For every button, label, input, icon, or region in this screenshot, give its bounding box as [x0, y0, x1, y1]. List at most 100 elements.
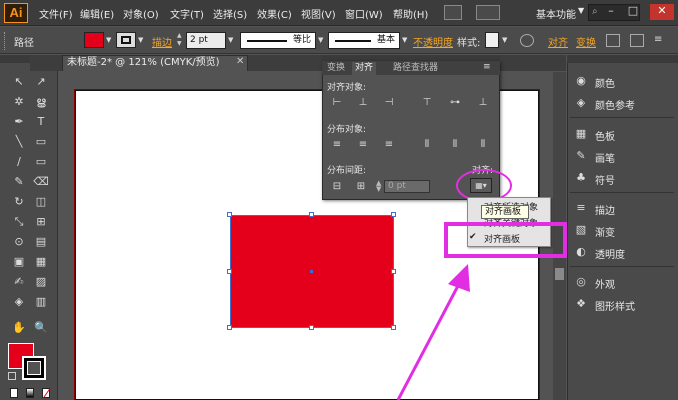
arrange-documents-icon[interactable]: [476, 5, 500, 20]
align-hcenter-icon[interactable]: ⊥: [356, 96, 370, 110]
menu-file[interactable]: 文件(F): [39, 6, 73, 21]
magic-wand-tool-icon[interactable]: ✲: [11, 94, 27, 110]
pencil-tool-icon[interactable]: ✎: [11, 174, 27, 190]
document-tab[interactable]: 未标题-2* @ 121% (CMYK/预览): [62, 55, 248, 71]
mesh-tool-icon[interactable]: ▣: [11, 254, 27, 270]
selection-handle[interactable]: [309, 325, 314, 330]
spacing-stepper[interactable]: ▲ ▼: [376, 180, 384, 193]
dock-item-graphic-styles[interactable]: ❖ 图形样式: [574, 296, 678, 314]
chevron-down-icon[interactable]: ▼: [578, 6, 584, 15]
dock-item-appearance[interactable]: ◎ 外观: [574, 274, 678, 292]
distribute-bottom-icon[interactable]: ≡: [382, 138, 396, 152]
dock-item-color-guide[interactable]: ◈ 颜色参考: [574, 95, 678, 113]
column-graph-tool-icon[interactable]: ▥: [33, 294, 49, 310]
distribute-hcenter-icon[interactable]: ⫴: [448, 138, 462, 152]
distribute-right-icon[interactable]: ⫴: [476, 138, 490, 152]
width-tool-icon[interactable]: ⤡: [11, 214, 27, 230]
tab-pathfinder[interactable]: 路径查找器: [390, 62, 441, 75]
spacing-input[interactable]: 0 pt: [384, 180, 430, 193]
dock-item-symbols[interactable]: ♣ 符号: [574, 170, 678, 188]
chevron-down-icon[interactable]: ▼: [106, 36, 111, 44]
chevron-down-icon[interactable]: ▼: [502, 36, 507, 44]
bridge-icon[interactable]: [444, 5, 462, 20]
rotate-tool-icon[interactable]: ↻: [11, 194, 27, 210]
chevron-down-icon[interactable]: ▼: [318, 36, 323, 44]
menu-type[interactable]: 文字(T): [170, 6, 204, 21]
selection-handle[interactable]: [391, 212, 396, 217]
default-colors-icon[interactable]: [8, 372, 16, 380]
menu-edit[interactable]: 编辑(E): [80, 6, 114, 21]
fill-color-swatch[interactable]: [84, 32, 104, 48]
close-icon[interactable]: ✕: [236, 56, 244, 67]
gradient-tool-icon[interactable]: ▦: [33, 254, 49, 270]
eyedropper-tool-icon[interactable]: ✍: [11, 274, 27, 290]
panel-menu-icon[interactable]: ≡: [483, 62, 491, 72]
pen-tool-icon[interactable]: ✒: [11, 114, 27, 130]
dock-item-color[interactable]: ◉ 颜色: [574, 73, 678, 91]
menu-help[interactable]: 帮助(H): [393, 6, 428, 21]
rectangle-tool-icon[interactable]: ▭: [33, 134, 49, 150]
recolor-artwork-icon[interactable]: [520, 34, 534, 47]
type-tool-icon[interactable]: T: [33, 114, 49, 130]
vertical-distribute-space-icon[interactable]: ⊟: [330, 180, 344, 194]
variable-width-profile[interactable]: 等比: [240, 32, 316, 49]
selection-handle[interactable]: [227, 325, 232, 330]
shape-builder-tool-icon[interactable]: ⊙: [11, 234, 27, 250]
dock-item-transparency[interactable]: ◐ 透明度: [574, 244, 678, 262]
line-tool-icon[interactable]: ╲: [11, 134, 27, 150]
dock-item-brushes[interactable]: ✎ 画笔: [574, 148, 678, 166]
tab-align[interactable]: 对齐: [352, 62, 377, 75]
chevron-down-icon[interactable]: ▼: [402, 36, 407, 44]
perspective-grid-tool-icon[interactable]: ▤: [33, 234, 49, 250]
eraser-tool-icon[interactable]: ⌫: [33, 174, 49, 190]
selection-handle[interactable]: [391, 325, 396, 330]
paintbrush-tool-icon[interactable]: ∕: [11, 154, 27, 170]
dock-item-stroke[interactable]: ≡ 描边: [574, 200, 678, 218]
align-left-icon[interactable]: ⊢: [330, 96, 344, 110]
brush-definition[interactable]: 基本: [328, 32, 400, 49]
stroke-panel-link[interactable]: 描边: [152, 34, 172, 49]
graphic-style-swatch[interactable]: [485, 32, 499, 48]
blend-tool-icon[interactable]: ▨: [33, 274, 49, 290]
dock-item-swatches[interactable]: ▦ 色板: [574, 126, 678, 144]
chevron-down-icon[interactable]: ▼: [138, 36, 143, 44]
transform-panel-link[interactable]: 变换: [576, 34, 596, 49]
align-panel-link[interactable]: 对齐: [548, 34, 568, 49]
stroke-color-swatch[interactable]: [116, 32, 136, 48]
symbol-sprayer-tool-icon[interactable]: ◈: [11, 294, 27, 310]
hand-tool-icon[interactable]: ✋: [11, 320, 27, 336]
menu-object[interactable]: 对象(O): [123, 6, 159, 21]
menu-window[interactable]: 窗口(W): [345, 6, 383, 21]
selection-handle[interactable]: [227, 269, 232, 274]
minimize-button[interactable]: –: [602, 4, 620, 20]
color-mode-icon[interactable]: [10, 388, 18, 398]
none-mode-icon[interactable]: [42, 388, 51, 399]
menu-effect[interactable]: 效果(C): [257, 6, 292, 21]
stroke-weight-stepper[interactable]: ▲ ▼: [177, 32, 185, 49]
distribute-vcenter-icon[interactable]: ≡: [356, 138, 370, 152]
dock-item-gradient[interactable]: ▧ 渐变: [574, 222, 678, 240]
close-button[interactable]: ✕: [650, 4, 674, 20]
lasso-tool-icon[interactable]: ൠ: [33, 94, 49, 110]
menu-select[interactable]: 选择(S): [213, 6, 247, 21]
scale-tool-icon[interactable]: ◫: [33, 194, 49, 210]
chevron-down-icon[interactable]: ▼: [228, 36, 233, 44]
gradient-mode-icon[interactable]: [26, 388, 34, 398]
selection-handle[interactable]: [227, 212, 232, 217]
align-right-icon[interactable]: ⊣: [382, 96, 396, 110]
distribute-top-icon[interactable]: ≡: [330, 138, 344, 152]
menu-view[interactable]: 视图(V): [301, 6, 336, 21]
workspace-switcher[interactable]: 基本功能: [536, 6, 576, 21]
panel-menu-icon[interactable]: ≡: [654, 34, 668, 47]
align-bottom-icon[interactable]: ⊥: [476, 96, 490, 110]
blob-brush-tool-icon[interactable]: ▭: [33, 154, 49, 170]
selection-handle[interactable]: [391, 269, 396, 274]
free-transform-tool-icon[interactable]: ⊞: [33, 214, 49, 230]
maximize-button[interactable]: □: [624, 4, 642, 20]
stroke-weight-input[interactable]: 2 pt: [186, 32, 226, 49]
align-top-icon[interactable]: ⊤: [420, 96, 434, 110]
selection-tool-icon[interactable]: ↖: [11, 74, 27, 90]
distribute-left-icon[interactable]: ⫴: [420, 138, 434, 152]
opacity-panel-link[interactable]: 不透明度: [413, 34, 453, 49]
zoom-tool-icon[interactable]: 🔍: [33, 320, 49, 336]
